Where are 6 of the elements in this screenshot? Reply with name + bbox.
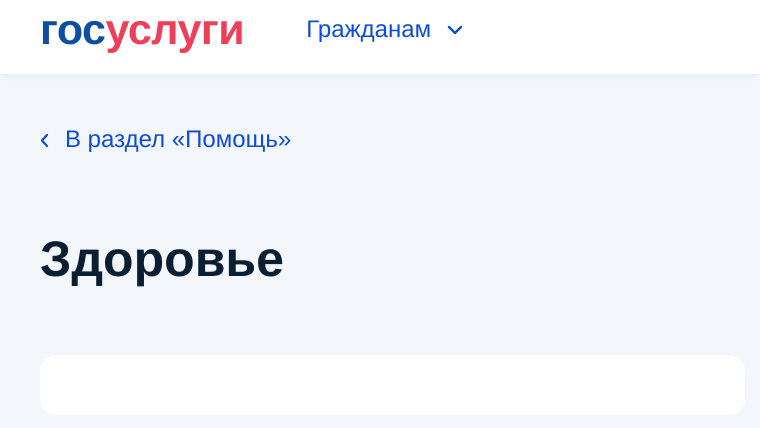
chevron-down-icon [447, 25, 464, 35]
back-link[interactable]: В раздел «Помощь» [40, 126, 292, 154]
page-title: Здоровье [40, 232, 285, 287]
chevron-left-icon [40, 132, 49, 148]
logo[interactable]: госуслуги [40, 8, 244, 52]
nav-dropdown[interactable]: Гражданам [306, 16, 464, 44]
